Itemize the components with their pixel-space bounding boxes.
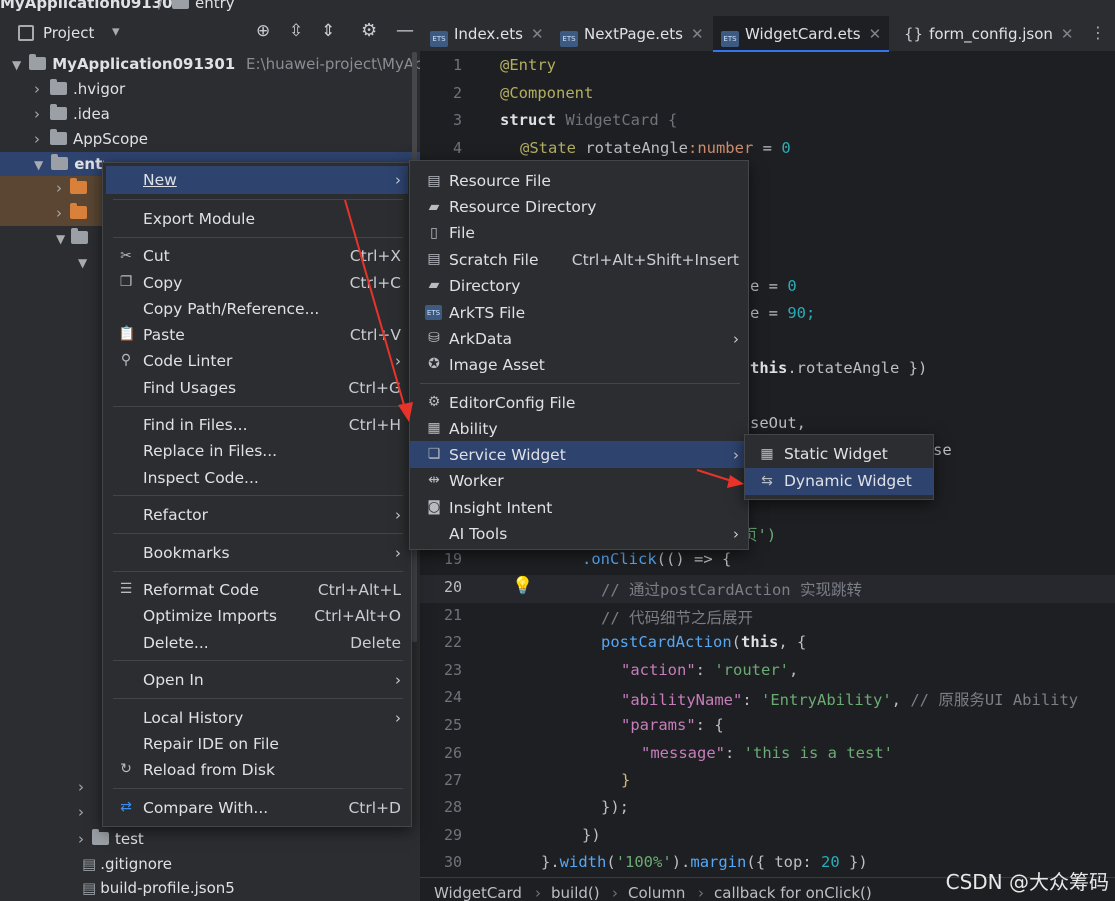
red-arrowhead bbox=[398, 402, 413, 422]
red-arrowhead bbox=[727, 475, 744, 488]
red-arrow-line bbox=[344, 199, 407, 413]
annotation-arrows bbox=[344, 199, 744, 488]
watermark: CSDN @大众筹码 bbox=[945, 870, 1109, 894]
